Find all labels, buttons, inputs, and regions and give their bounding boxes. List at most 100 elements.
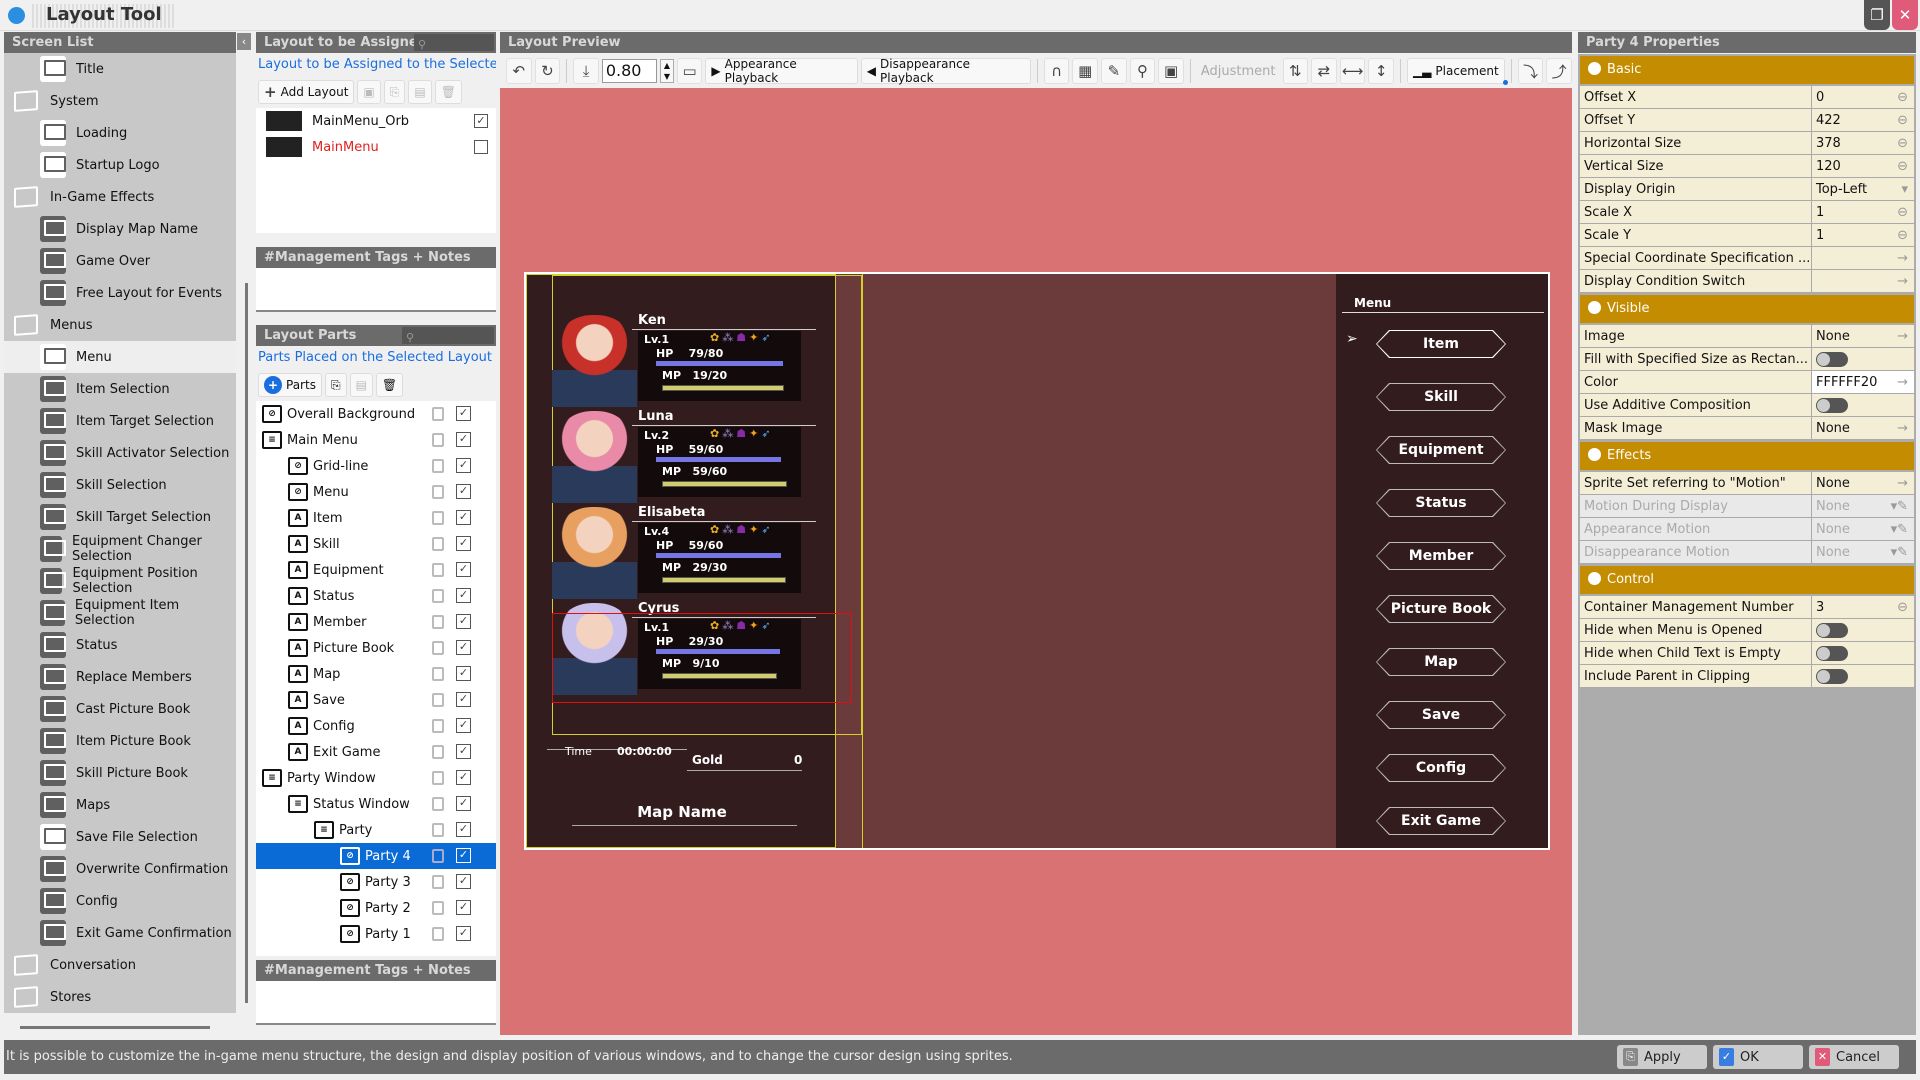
screen-list-item[interactable]: Status (4, 629, 236, 661)
spinner-icon[interactable]: ⊖ (1897, 109, 1908, 132)
visibility-checkbox[interactable]: ✓ (456, 484, 471, 499)
spinner-icon[interactable]: ⊖ (1897, 596, 1908, 619)
property-value[interactable]: 422 ⊖ (1812, 109, 1914, 131)
import-icon[interactable]: ⤵ (1517, 58, 1544, 84)
visibility-checkbox[interactable]: ✓ (456, 926, 471, 941)
property-value[interactable]: 1 ⊖ (1812, 224, 1914, 246)
menu-option[interactable]: Exit Game (1376, 807, 1506, 835)
parts-tree-item[interactable]: A Member ✓ (256, 609, 496, 635)
property-row[interactable]: Image None → (1580, 325, 1914, 348)
screen-list-item[interactable]: Loading (4, 117, 236, 149)
visibility-checkbox[interactable]: ✓ (456, 406, 471, 421)
parts-tree-item[interactable]: A Equipment ✓ (256, 557, 496, 583)
visibility-checkbox[interactable]: ✓ (456, 796, 471, 811)
edit-icon[interactable]: ▾✎ (1891, 541, 1908, 564)
parts-tree-item[interactable]: A Map ✓ (256, 661, 496, 687)
layout-item[interactable]: MainMenu (256, 134, 496, 160)
undo-icon[interactable]: ↶ (506, 58, 532, 84)
parts-tree-item[interactable]: ≡ Main Menu ✓ (256, 427, 496, 453)
visibility-checkbox[interactable]: ✓ (456, 848, 471, 863)
property-row[interactable]: Fill with Specified Size as Rectan... (1580, 348, 1914, 371)
arrow-right-icon[interactable]: → (1897, 472, 1908, 495)
property-row[interactable]: Scale X 1 ⊖ (1580, 201, 1914, 224)
property-row[interactable]: Hide when Child Text is Empty (1580, 642, 1914, 665)
lock-icon[interactable] (432, 875, 444, 889)
camera-icon[interactable]: ⚲ (1129, 58, 1156, 84)
delete-button[interactable]: 🗑 (434, 80, 462, 104)
export-icon[interactable]: ⤴ (1546, 58, 1572, 84)
screen-list-item[interactable]: Overwrite Confirmation (4, 853, 236, 885)
arrow-right-icon[interactable]: → (1897, 371, 1908, 394)
grid-icon[interactable]: ▦ (1072, 58, 1099, 84)
property-value[interactable] (1812, 348, 1914, 370)
parts-tree-item[interactable]: ⊘ Menu ✓ (256, 479, 496, 505)
redo-icon[interactable]: ↻ (534, 58, 561, 84)
edit-icon[interactable]: ▾✎ (1891, 495, 1908, 518)
property-row[interactable]: Horizontal Size 378 ⊖ (1580, 132, 1914, 155)
party-member-card[interactable]: Luna Lv.2 ✿⁂☗✦➶ HP 59/60 MP 59/60 (552, 409, 862, 503)
menu-option[interactable]: Item (1376, 330, 1506, 358)
screen-list-item[interactable]: Skill Target Selection (4, 501, 236, 533)
lock-icon[interactable] (432, 641, 444, 655)
parts-tree-item[interactable]: ⊘ Party 1 ✓ (256, 921, 496, 947)
layout-search-input[interactable]: ⚲ (414, 34, 494, 51)
lock-icon[interactable] (432, 927, 444, 941)
property-value[interactable] (1812, 619, 1914, 641)
screen-list-item[interactable]: Skill Selection (4, 469, 236, 501)
layout-notes-field[interactable] (256, 268, 496, 312)
stretch-vertical-icon[interactable]: ↕ (1368, 58, 1394, 84)
screen-list-item[interactable]: Conversation (4, 949, 236, 981)
paste-parts-button[interactable]: ▤ (349, 373, 373, 397)
visibility-checkbox[interactable]: ✓ (456, 640, 471, 655)
arrow-right-icon[interactable]: → (1897, 270, 1908, 293)
property-section-header[interactable]: Effects (1580, 442, 1914, 470)
arrow-right-icon[interactable]: → (1897, 325, 1908, 348)
visibility-checkbox[interactable]: ✓ (456, 692, 471, 707)
edit-icon[interactable]: ▾✎ (1891, 518, 1908, 541)
menu-option[interactable]: Member (1376, 542, 1506, 570)
visibility-checkbox[interactable]: ✓ (456, 770, 471, 785)
property-value[interactable]: None ▾✎ (1812, 541, 1914, 563)
visibility-checkbox[interactable]: ✓ (456, 588, 471, 603)
lock-icon[interactable] (432, 459, 444, 473)
parts-tree-item[interactable]: A Save ✓ (256, 687, 496, 713)
parts-tree-item[interactable]: ≡ Party Window ✓ (256, 765, 496, 791)
arrow-right-icon[interactable]: → (1897, 247, 1908, 270)
property-row[interactable]: Offset Y 422 ⊖ (1580, 109, 1914, 132)
add-parts-button[interactable]: + Parts (258, 373, 322, 397)
property-row[interactable]: Include Parent in Clipping (1580, 665, 1914, 688)
ok-button[interactable]: ✓ OK (1713, 1045, 1803, 1069)
screen-size-icon[interactable]: ▭ (676, 58, 703, 84)
screen-list-item[interactable]: Maps (4, 789, 236, 821)
property-value[interactable]: → (1812, 247, 1914, 269)
screen-list-item[interactable]: In-Game Effects (4, 181, 236, 213)
property-value[interactable]: None → (1812, 417, 1914, 439)
magnet-icon[interactable]: ∩ (1043, 58, 1070, 84)
property-row[interactable]: Container Management Number 3 ⊖ (1580, 596, 1914, 619)
property-row[interactable]: Motion During Display None ▾✎ (1580, 495, 1914, 518)
layout-checkbox[interactable]: ✓ (474, 114, 488, 128)
paste-button[interactable]: ▤ (408, 80, 432, 104)
lock-icon[interactable] (432, 901, 444, 915)
property-value[interactable]: None ▾✎ (1812, 495, 1914, 517)
screen-list-item[interactable]: Menu (4, 341, 236, 373)
lock-icon[interactable] (432, 745, 444, 759)
visibility-checkbox[interactable]: ✓ (456, 718, 471, 733)
add-layout-button[interactable]: + Add Layout (258, 80, 355, 104)
lock-icon[interactable] (432, 771, 444, 785)
toggle-switch[interactable] (1816, 398, 1848, 413)
spinner-icon[interactable]: ⊖ (1897, 224, 1908, 247)
parts-tree-item[interactable]: A Skill ✓ (256, 531, 496, 557)
parts-tree-item[interactable]: A Item ✓ (256, 505, 496, 531)
parts-tree-item[interactable]: A Picture Book ✓ (256, 635, 496, 661)
screen-list-item[interactable]: Game Over (4, 245, 236, 277)
property-value[interactable]: FFFFFF20 → (1812, 371, 1914, 393)
apply-button[interactable]: ⎘ Apply (1617, 1045, 1707, 1069)
screen-list-item[interactable]: Stores (4, 981, 236, 1013)
visibility-checkbox[interactable]: ✓ (456, 562, 471, 577)
visibility-checkbox[interactable]: ✓ (456, 536, 471, 551)
property-section-header[interactable]: Control (1580, 566, 1914, 594)
visibility-checkbox[interactable]: ✓ (456, 614, 471, 629)
screen-list-item[interactable]: Free Layout for Events (4, 277, 236, 309)
lock-icon[interactable] (432, 797, 444, 811)
